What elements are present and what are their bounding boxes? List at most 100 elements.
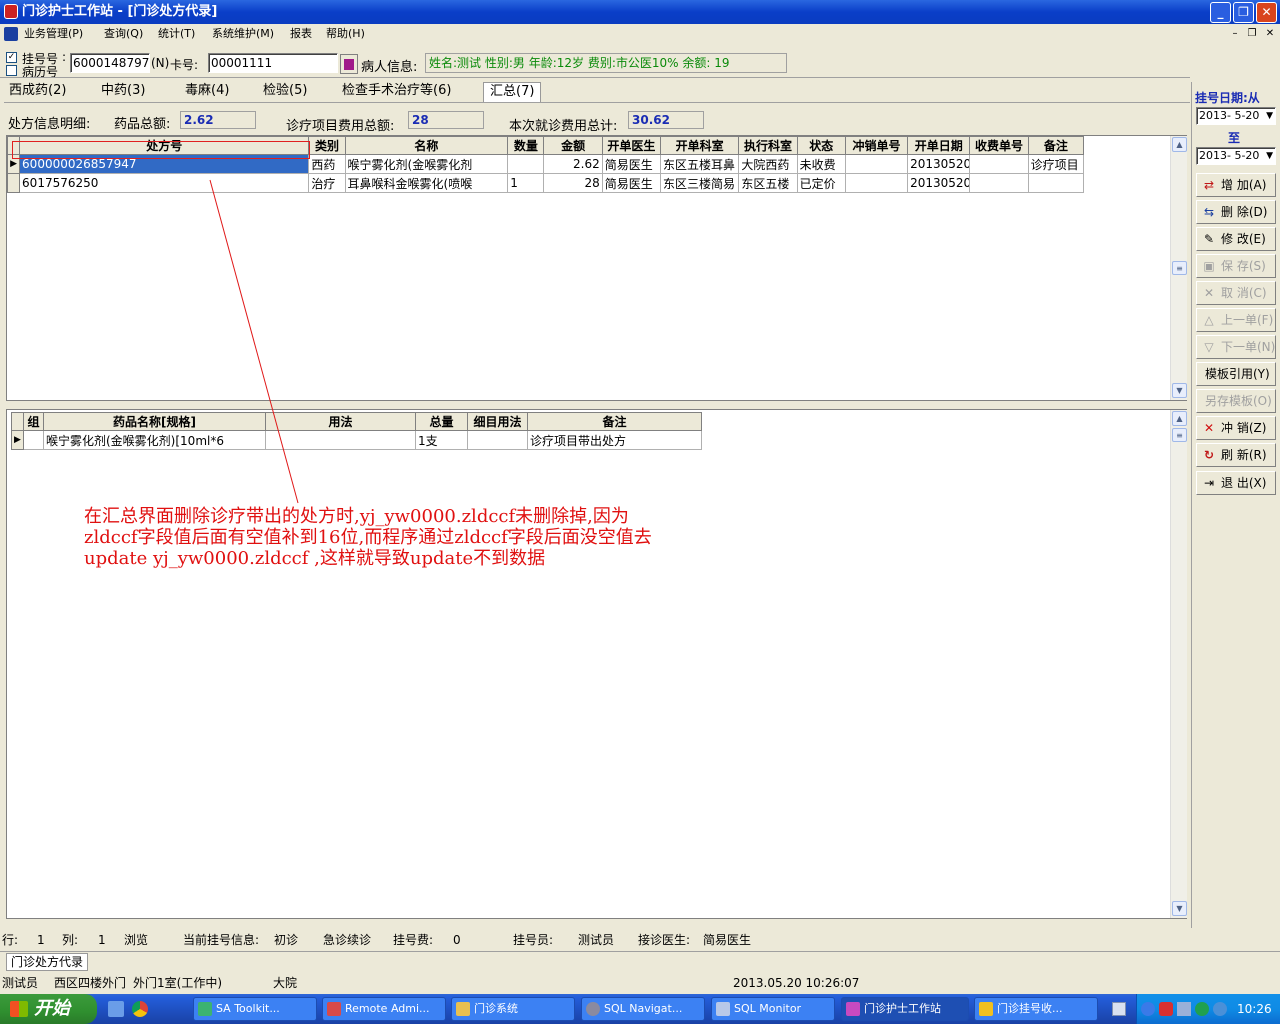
col-header[interactable]: 冲销单号 [844,136,909,155]
cell[interactable]: 1支 [415,430,468,450]
cell[interactable]: 20130520 [907,154,971,174]
cell[interactable] [969,173,1029,193]
col-header[interactable]: 开单日期 [907,136,971,155]
col-header[interactable]: 总量 [415,412,468,431]
clock[interactable]: 10:26 [1237,994,1272,1024]
cell[interactable]: 治疗 [308,173,346,193]
template-save-button[interactable]: 另存模板(O) [1196,389,1276,413]
card-reader-button[interactable] [340,54,358,74]
mdi-restore-button[interactable]: ❐ [1245,28,1259,40]
menu-help[interactable]: 帮助(H) [326,24,365,44]
start-button[interactable]: 开始 [0,994,97,1024]
scroll-up-arrow[interactable]: ▲ [1172,411,1187,426]
chrome-quicklaunch-icon[interactable] [132,1001,148,1017]
cell[interactable] [969,154,1029,174]
col-header[interactable]: 开单科室 [659,136,740,155]
sync-icon[interactable] [1195,1002,1209,1016]
mdi-minimize-button[interactable]: – [1228,28,1242,40]
bottom-grid-scrollbar[interactable]: ▲ ≡ ▼ [1170,410,1187,918]
tab-lab-test[interactable]: 检验(5) [263,82,307,102]
tab-exam-treatment[interactable]: 检查手术治疗等(6) [342,82,451,102]
cell[interactable]: 耳鼻喉科金喉雾化(喷喉 [344,173,509,193]
template-load-button[interactable]: 模板引用(Y) [1196,362,1276,386]
cell[interactable]: 大院西药 [738,154,798,174]
task-outpatient-system[interactable]: 门诊系统 [451,997,575,1021]
cell[interactable]: 诊疗项目 [1027,154,1085,174]
cell[interactable] [265,430,416,450]
card-no-input[interactable]: 00001111 [208,53,338,73]
minimize-button[interactable]: _ [1210,2,1231,23]
menu-system[interactable]: 系统维护(M) [212,24,274,44]
dropdown-arrow-icon[interactable]: ▼ [1266,148,1273,164]
cell[interactable]: 简易医生 [601,154,661,174]
cell[interactable]: 喉宁雾化剂(金喉雾化剂)[10ml*6 [43,430,266,450]
menu-stats[interactable]: 统计(T) [158,24,195,44]
dropdown-arrow-icon[interactable]: ▼ [1266,108,1273,124]
status-icon[interactable] [1213,1002,1227,1016]
table-row[interactable]: ▶ 喉宁雾化剂(金喉雾化剂)[10ml*6 1支 诊疗项目带出处方 [11,430,702,450]
cell[interactable]: 东区五楼 [738,173,798,193]
exit-button[interactable]: ⇥ 退 出(X) [1196,471,1276,495]
cell[interactable] [844,173,909,193]
save-button[interactable]: ▣ 保 存(S) [1196,254,1276,278]
col-header[interactable]: 备注 [527,412,702,431]
menu-report[interactable]: 报表 [290,24,312,44]
cell[interactable]: 东区五楼耳鼻 [659,154,740,174]
scroll-down-arrow[interactable]: ▼ [1172,901,1187,916]
tab-prescription-entry[interactable]: 门诊处方代录 [6,953,89,971]
task-nurse-station[interactable]: 门诊护士工作站 [841,997,969,1021]
tab-narcotics[interactable]: 毒麻(4) [185,82,229,102]
task-sql-monitor[interactable]: SQL Monitor [711,997,835,1021]
cell[interactable] [844,154,909,174]
col-header[interactable]: 药品名称[规格] [43,412,266,431]
col-header[interactable]: 类别 [308,136,346,155]
col-header[interactable]: 用法 [265,412,416,431]
col-header[interactable]: 金额 [543,136,603,155]
date-from-picker[interactable]: 2013- 5-20 ▼ [1196,107,1276,125]
scroll-down-arrow[interactable]: ▼ [1172,383,1187,398]
menu-business[interactable]: 业务管理(P) [24,24,83,44]
tray-expand-icon[interactable] [1141,1002,1155,1016]
col-header[interactable]: 名称 [344,136,509,155]
scroll-thumb[interactable]: ≡ [1172,428,1187,442]
task-sa-toolkit[interactable]: SA Toolkit... [193,997,317,1021]
table-row[interactable]: 6017576250 治疗 耳鼻喉科金喉雾化(喷喉 1 28 简易医生 东区三楼… [6,173,1085,193]
col-header[interactable]: 执行科室 [738,136,798,155]
mdi-close-button[interactable]: ✕ [1263,28,1277,40]
delete-button[interactable]: ⇆ 删 除(D) [1196,200,1276,224]
security-icon[interactable] [1159,1002,1173,1016]
task-sql-navigator[interactable]: SQL Navigat... [581,997,705,1021]
col-header[interactable]: 组 [23,412,44,431]
reg-no-checkbox[interactable]: ✓ [6,52,17,63]
col-header[interactable]: 开单医生 [601,136,661,155]
maximize-button[interactable]: ❐ [1233,2,1254,23]
cell[interactable]: 简易医生 [601,173,661,193]
col-header[interactable]: 状态 [796,136,846,155]
task-registration[interactable]: 门诊挂号收... [974,997,1098,1021]
reverse-button[interactable]: ✕ 冲 销(Z) [1196,416,1276,440]
keyboard-icon[interactable] [1112,1002,1126,1016]
next-button[interactable]: ▽ 下一单(N) [1196,335,1276,359]
cell[interactable]: 6017576250 [19,173,310,193]
col-header[interactable]: 细目用法 [467,412,528,431]
prev-button[interactable]: △ 上一单(F) [1196,308,1276,332]
col-header[interactable]: 数量 [507,136,545,155]
cell[interactable] [1027,173,1085,193]
refresh-button[interactable]: ↻ 刷 新(R) [1196,443,1276,467]
reg-no-input[interactable]: 6000148797 [70,53,150,73]
cell[interactable] [23,430,44,450]
cell[interactable]: 1 [507,173,545,193]
menu-query[interactable]: 查询(Q) [104,24,143,44]
close-button[interactable]: ✕ [1256,2,1277,23]
network-icon[interactable] [1177,1002,1191,1016]
date-to-picker[interactable]: 2013- 5-20 ▼ [1196,147,1276,165]
task-remote-admin[interactable]: Remote Admi... [322,997,446,1021]
top-grid-scrollbar[interactable]: ▲ ≡ ▼ [1170,136,1187,400]
ie-quicklaunch-icon[interactable] [108,1001,124,1017]
col-header[interactable]: 收费单号 [969,136,1029,155]
cell[interactable] [507,154,545,174]
cell[interactable]: 西药 [308,154,346,174]
tab-summary[interactable]: 汇总(7) [483,82,542,102]
col-header[interactable]: 备注 [1027,136,1085,155]
cancel-button[interactable]: ✕ 取 消(C) [1196,281,1276,305]
